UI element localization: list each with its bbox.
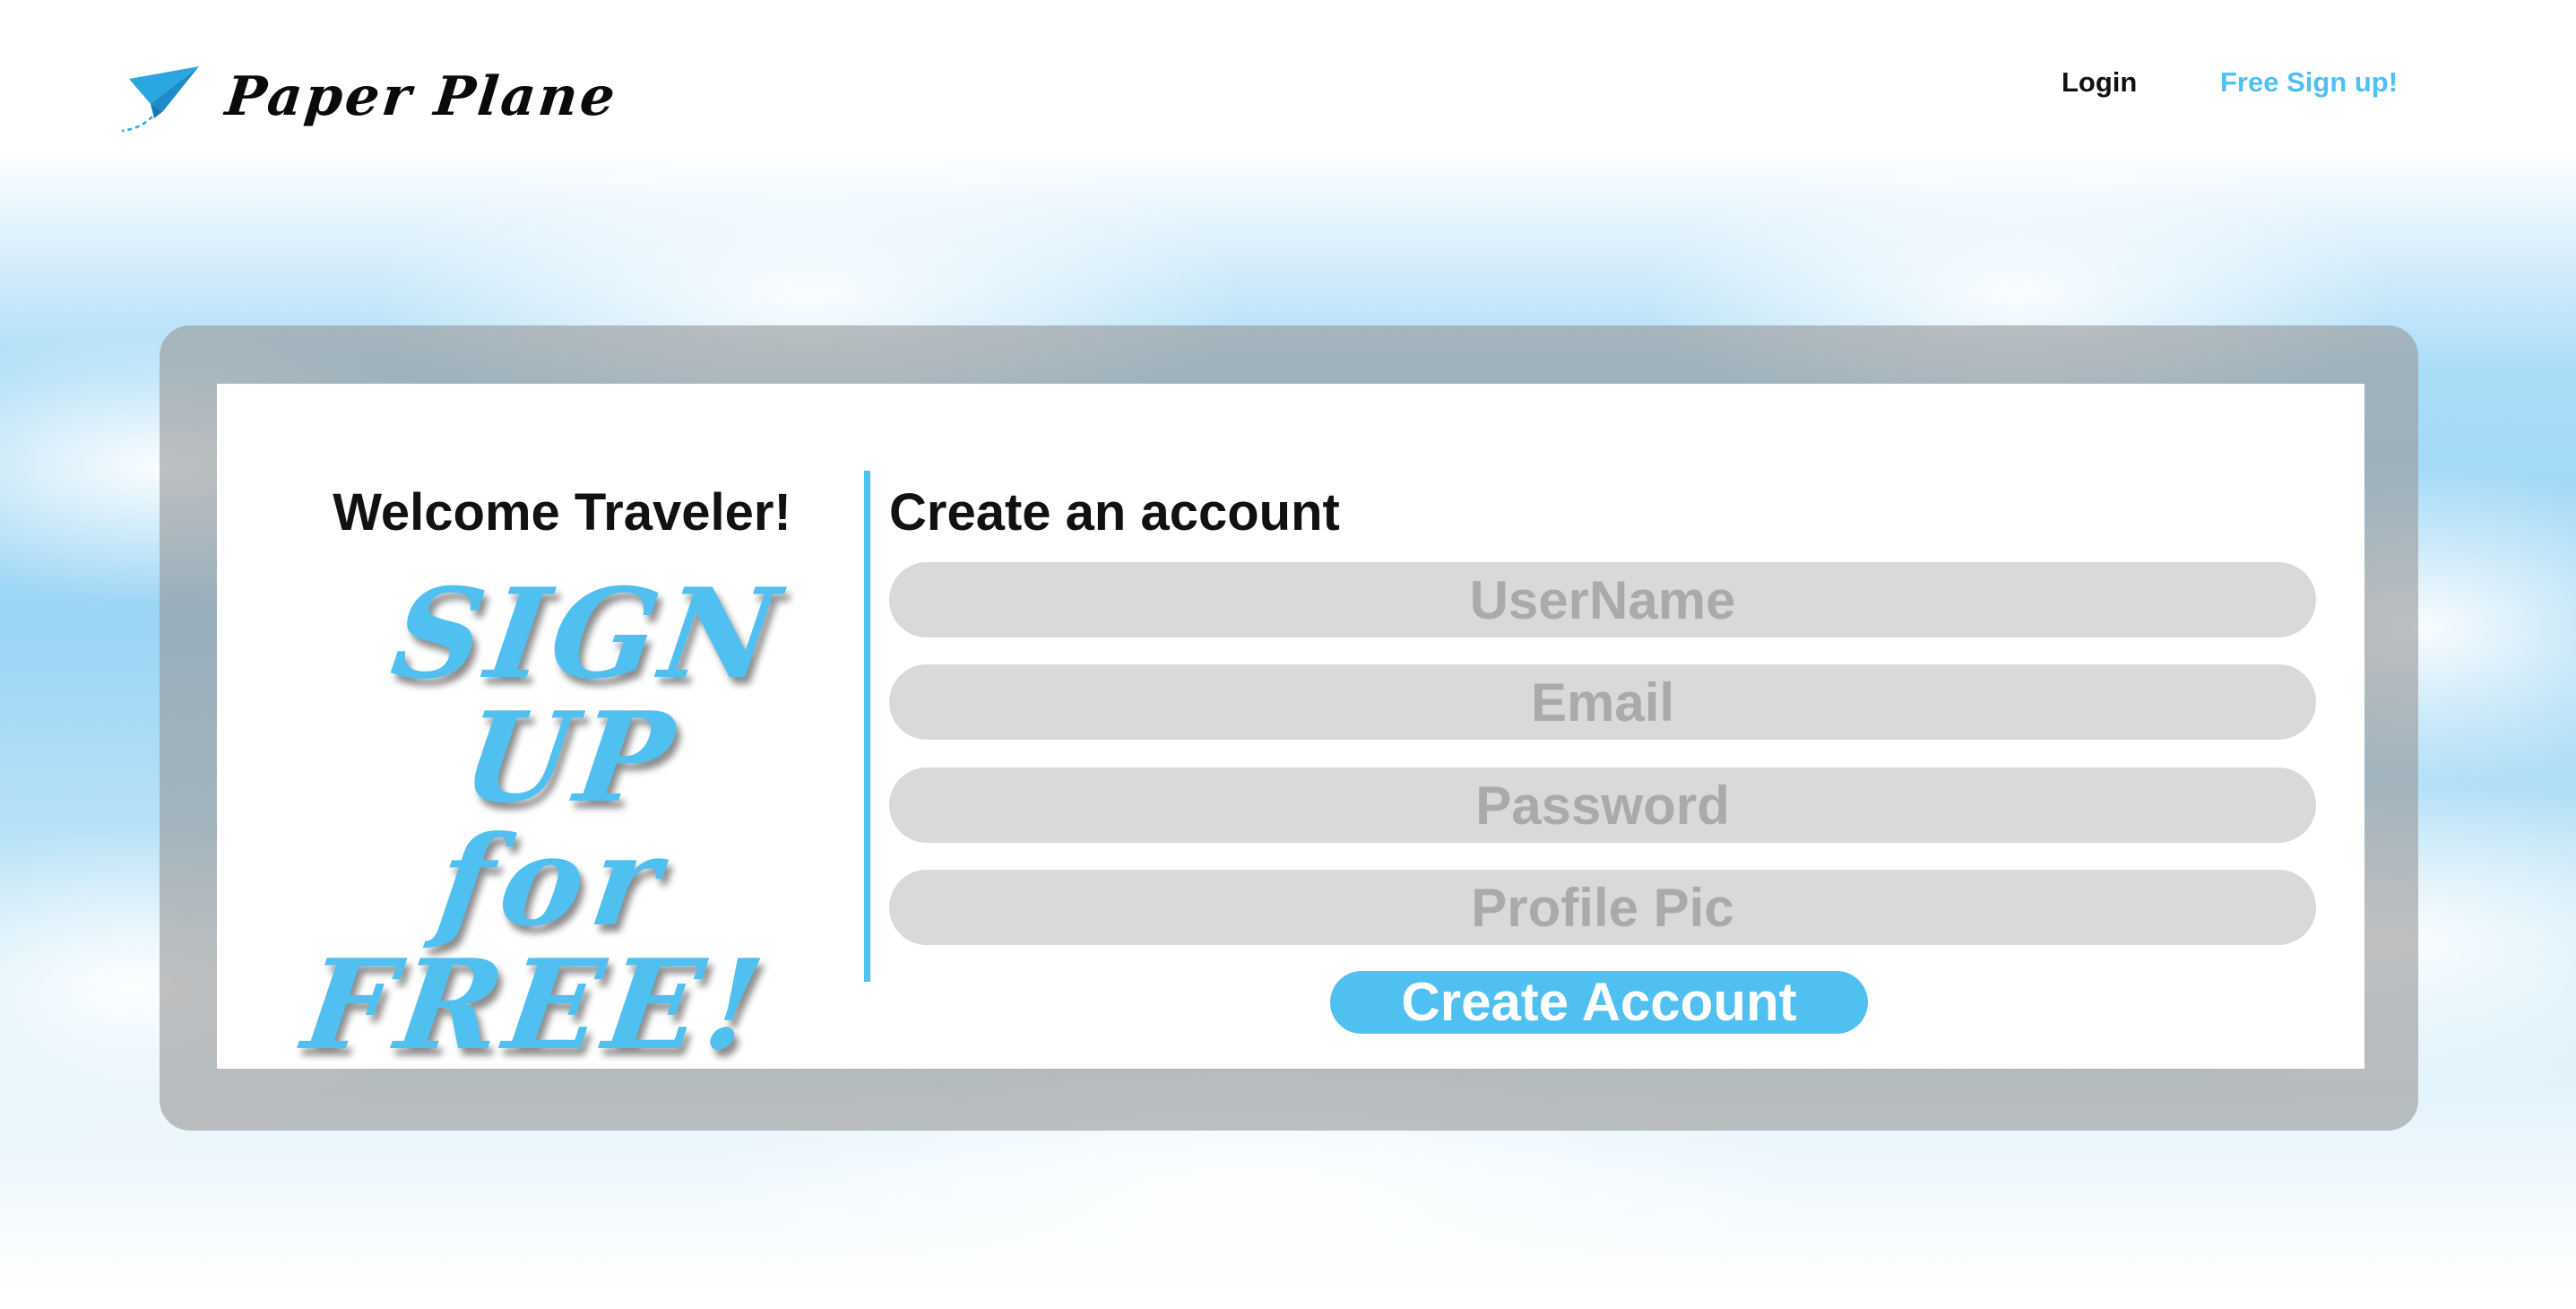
profile-pic-field[interactable] <box>889 870 2316 945</box>
promo-line-3: FREE! <box>295 932 777 1078</box>
password-field[interactable] <box>889 767 2316 843</box>
promo-line-2: for <box>428 808 678 954</box>
create-account-button[interactable]: Create Account <box>1330 971 1868 1034</box>
signup-frame: Welcome Traveler! SIGN UP for FREE! Crea… <box>160 325 2418 1131</box>
brand-name: Paper Plane <box>222 65 621 128</box>
brand-logo[interactable]: Paper Plane <box>117 59 621 134</box>
email-field[interactable] <box>889 664 2316 740</box>
username-field[interactable] <box>889 562 2316 637</box>
form-title: Create an account <box>889 483 1340 542</box>
promo-line-1: SIGN UP <box>384 560 792 830</box>
site-header: Paper Plane Login Free Sign up! <box>0 0 2576 170</box>
column-divider <box>864 471 870 982</box>
nav-signup-link[interactable]: Free Sign up! <box>2220 66 2398 99</box>
signup-card: Welcome Traveler! SIGN UP for FREE! Crea… <box>217 384 2364 1078</box>
nav-login-link[interactable]: Login <box>2062 66 2137 99</box>
paper-plane-icon <box>121 66 199 133</box>
welcome-heading: Welcome Traveler! <box>333 483 791 542</box>
promo-banner: SIGN UP for FREE! <box>236 560 888 1078</box>
